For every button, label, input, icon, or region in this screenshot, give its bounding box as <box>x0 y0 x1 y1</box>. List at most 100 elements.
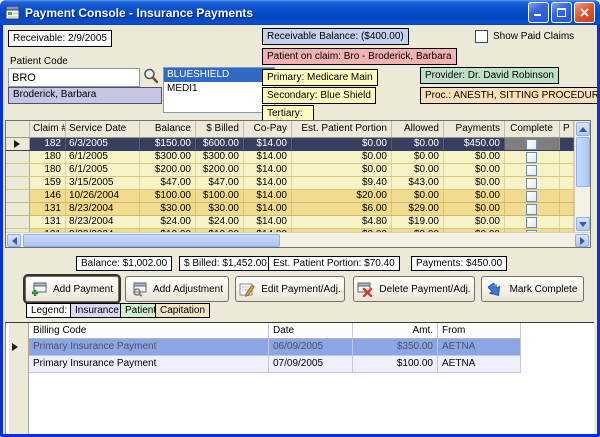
scroll-down-button[interactable] <box>576 217 590 231</box>
legend-capitation: Capitation <box>155 303 210 318</box>
scroll-left-button[interactable] <box>7 234 21 247</box>
claim-row[interactable]: 146 10/26/2004 $100.00 $100.00 $14.00 $2… <box>6 190 574 203</box>
est-patient-portion-cell: $20.00 <box>292 190 392 202</box>
scroll-up-button[interactable] <box>576 122 590 136</box>
patient-name-suggestion[interactable]: Broderick, Barbara <box>8 87 162 104</box>
payments-table-rows: Primary Insurance Payment 06/09/2005 $35… <box>29 339 521 373</box>
payments-cell: $450.00 <box>444 138 505 150</box>
show-paid-claims-field[interactable]: Show Paid Claims <box>475 30 574 43</box>
close-button[interactable] <box>574 2 595 23</box>
claim-number-cell: 159 <box>30 177 66 189</box>
est-patient-portion-cell: $4.80 <box>292 216 392 228</box>
show-paid-claims-checkbox[interactable] <box>475 30 488 43</box>
arrow-up-icon <box>579 127 587 132</box>
payments-cell: $0.00 <box>444 216 505 228</box>
claim-number-cell: 131 <box>30 216 66 228</box>
complete-checkbox[interactable] <box>526 139 537 150</box>
service-date-cell: 10/26/2004 <box>66 190 140 202</box>
patient-code-input[interactable] <box>8 68 140 87</box>
service-date-cell: 6/3/2005 <box>66 138 140 150</box>
copay-cell: $14.00 <box>244 216 292 228</box>
clipped-cell <box>560 177 574 189</box>
payments-panel: Billing Code Date Amt. From Primary Insu… <box>5 322 594 434</box>
delete-payment-button[interactable]: Delete Payment/Adj. <box>353 276 475 302</box>
insurance-list-item[interactable]: MEDI1 <box>164 82 274 96</box>
column-header-amount: Amt. <box>353 323 438 338</box>
claim-row[interactable]: 159 3/15/2005 $47.00 $47.00 $14.00 $9.40… <box>6 177 574 190</box>
mark-complete-icon <box>488 282 504 297</box>
patient-code-label: Patient Code <box>10 56 68 67</box>
claim-row[interactable]: 182 6/3/2005 $150.00 $600.00 $14.00 $0.0… <box>6 138 574 151</box>
legend-label: Legend: <box>26 303 72 318</box>
receivable-balance-label: Receivable Balance: ($400.00) <box>262 28 409 45</box>
complete-checkbox[interactable] <box>526 217 537 228</box>
search-button[interactable] <box>142 67 162 87</box>
amount-cell: $350.00 <box>353 339 438 355</box>
allowed-cell: $43.00 <box>392 177 444 189</box>
vertical-scroll-thumb[interactable] <box>576 137 590 187</box>
claim-number-cell: 180 <box>30 151 66 163</box>
claim-row[interactable]: 131 8/23/2004 $24.00 $24.00 $14.00 $4.80… <box>6 216 574 229</box>
show-paid-claims-label: Show Paid Claims <box>493 31 574 42</box>
service-date-cell: 6/1/2005 <box>66 164 140 176</box>
complete-checkbox[interactable] <box>526 178 537 189</box>
horizontal-scroll-thumb[interactable] <box>23 234 280 247</box>
payment-row[interactable]: Primary Insurance Payment 07/09/2005 $10… <box>29 356 521 373</box>
edit-payment-button[interactable]: Edit Payment/Adj. <box>235 276 345 302</box>
claim-row[interactable]: 180 6/1/2005 $200.00 $200.00 $14.00 $0.0… <box>6 164 574 177</box>
date-cell: 06/09/2005 <box>269 339 353 355</box>
secondary-insurance-label: Secondary: Blue Shield <box>262 87 376 104</box>
est-patient-portion-cell: $0.00 <box>292 151 392 163</box>
billed-cell: $200.00 <box>196 164 244 176</box>
edit-payment-label: Edit Payment/Adj. <box>261 284 340 295</box>
balance-cell: $30.00 <box>140 203 196 215</box>
close-icon <box>580 8 589 17</box>
scroll-right-button[interactable] <box>575 234 589 247</box>
payment-row[interactable]: Primary Insurance Payment 06/09/2005 $35… <box>29 339 521 356</box>
window-body: Receivable: 2/9/2005 Receivable Balance:… <box>3 25 597 434</box>
est-patient-portion-cell: $0.00 <box>292 138 392 150</box>
mark-complete-button[interactable]: Mark Complete <box>481 276 584 302</box>
complete-checkbox[interactable] <box>526 165 537 176</box>
row-indicator <box>6 190 30 202</box>
complete-checkbox[interactable] <box>526 204 537 215</box>
maximize-button[interactable] <box>551 2 572 23</box>
payments-cell: $0.00 <box>444 190 505 202</box>
complete-cell <box>505 216 560 228</box>
arrow-right-icon <box>580 237 585 245</box>
claims-grid: Claim # Service Date Balance $ Billed Co… <box>5 120 591 248</box>
complete-cell <box>505 151 560 163</box>
claim-row[interactable]: 180 6/1/2005 $300.00 $300.00 $14.00 $0.0… <box>6 151 574 164</box>
claims-grid-rows: 182 6/3/2005 $150.00 $600.00 $14.00 $0.0… <box>6 138 574 234</box>
add-payment-button[interactable]: Add Payment <box>25 276 119 302</box>
minimize-button[interactable] <box>528 2 549 23</box>
from-cell: AETNA <box>438 356 521 372</box>
billed-cell: $600.00 <box>196 138 244 150</box>
add-adjustment-icon <box>131 282 147 297</box>
billing-code-cell: Primary Insurance Payment <box>29 339 269 355</box>
complete-cell <box>505 164 560 176</box>
claim-row[interactable]: 131 8/23/2004 $30.00 $30.00 $14.00 $6.00… <box>6 203 574 216</box>
service-date-cell: 8/23/2004 <box>66 203 140 215</box>
add-adjustment-button[interactable]: Add Adjustment <box>125 276 229 302</box>
edit-payment-icon <box>239 282 255 297</box>
insurance-list-item[interactable]: BLUESHIELD <box>164 68 274 82</box>
copay-cell: $14.00 <box>244 164 292 176</box>
billed-cell: $100.00 <box>196 190 244 202</box>
allowed-cell: $0.00 <box>392 151 444 163</box>
payment-console-window: Payment Console - Insurance Payments Rec… <box>0 0 600 437</box>
amount-cell: $100.00 <box>353 356 438 372</box>
claims-vertical-scrollbar[interactable] <box>574 121 590 232</box>
complete-cell <box>505 190 560 202</box>
add-payment-label: Add Payment <box>53 284 113 295</box>
column-header-payments: Payments <box>444 121 505 137</box>
claim-number-cell: 146 <box>30 190 66 202</box>
claims-horizontal-scrollbar[interactable] <box>6 232 590 247</box>
receivable-date-label: Receivable: 2/9/2005 <box>8 30 112 47</box>
complete-checkbox[interactable] <box>526 191 537 202</box>
service-date-cell: 3/15/2005 <box>66 177 140 189</box>
column-header-billing-code: Billing Code <box>29 323 269 338</box>
complete-checkbox[interactable] <box>526 152 537 163</box>
summary-billed: $ Billed: $1,452.00 <box>179 256 272 271</box>
clipped-cell <box>560 216 574 228</box>
